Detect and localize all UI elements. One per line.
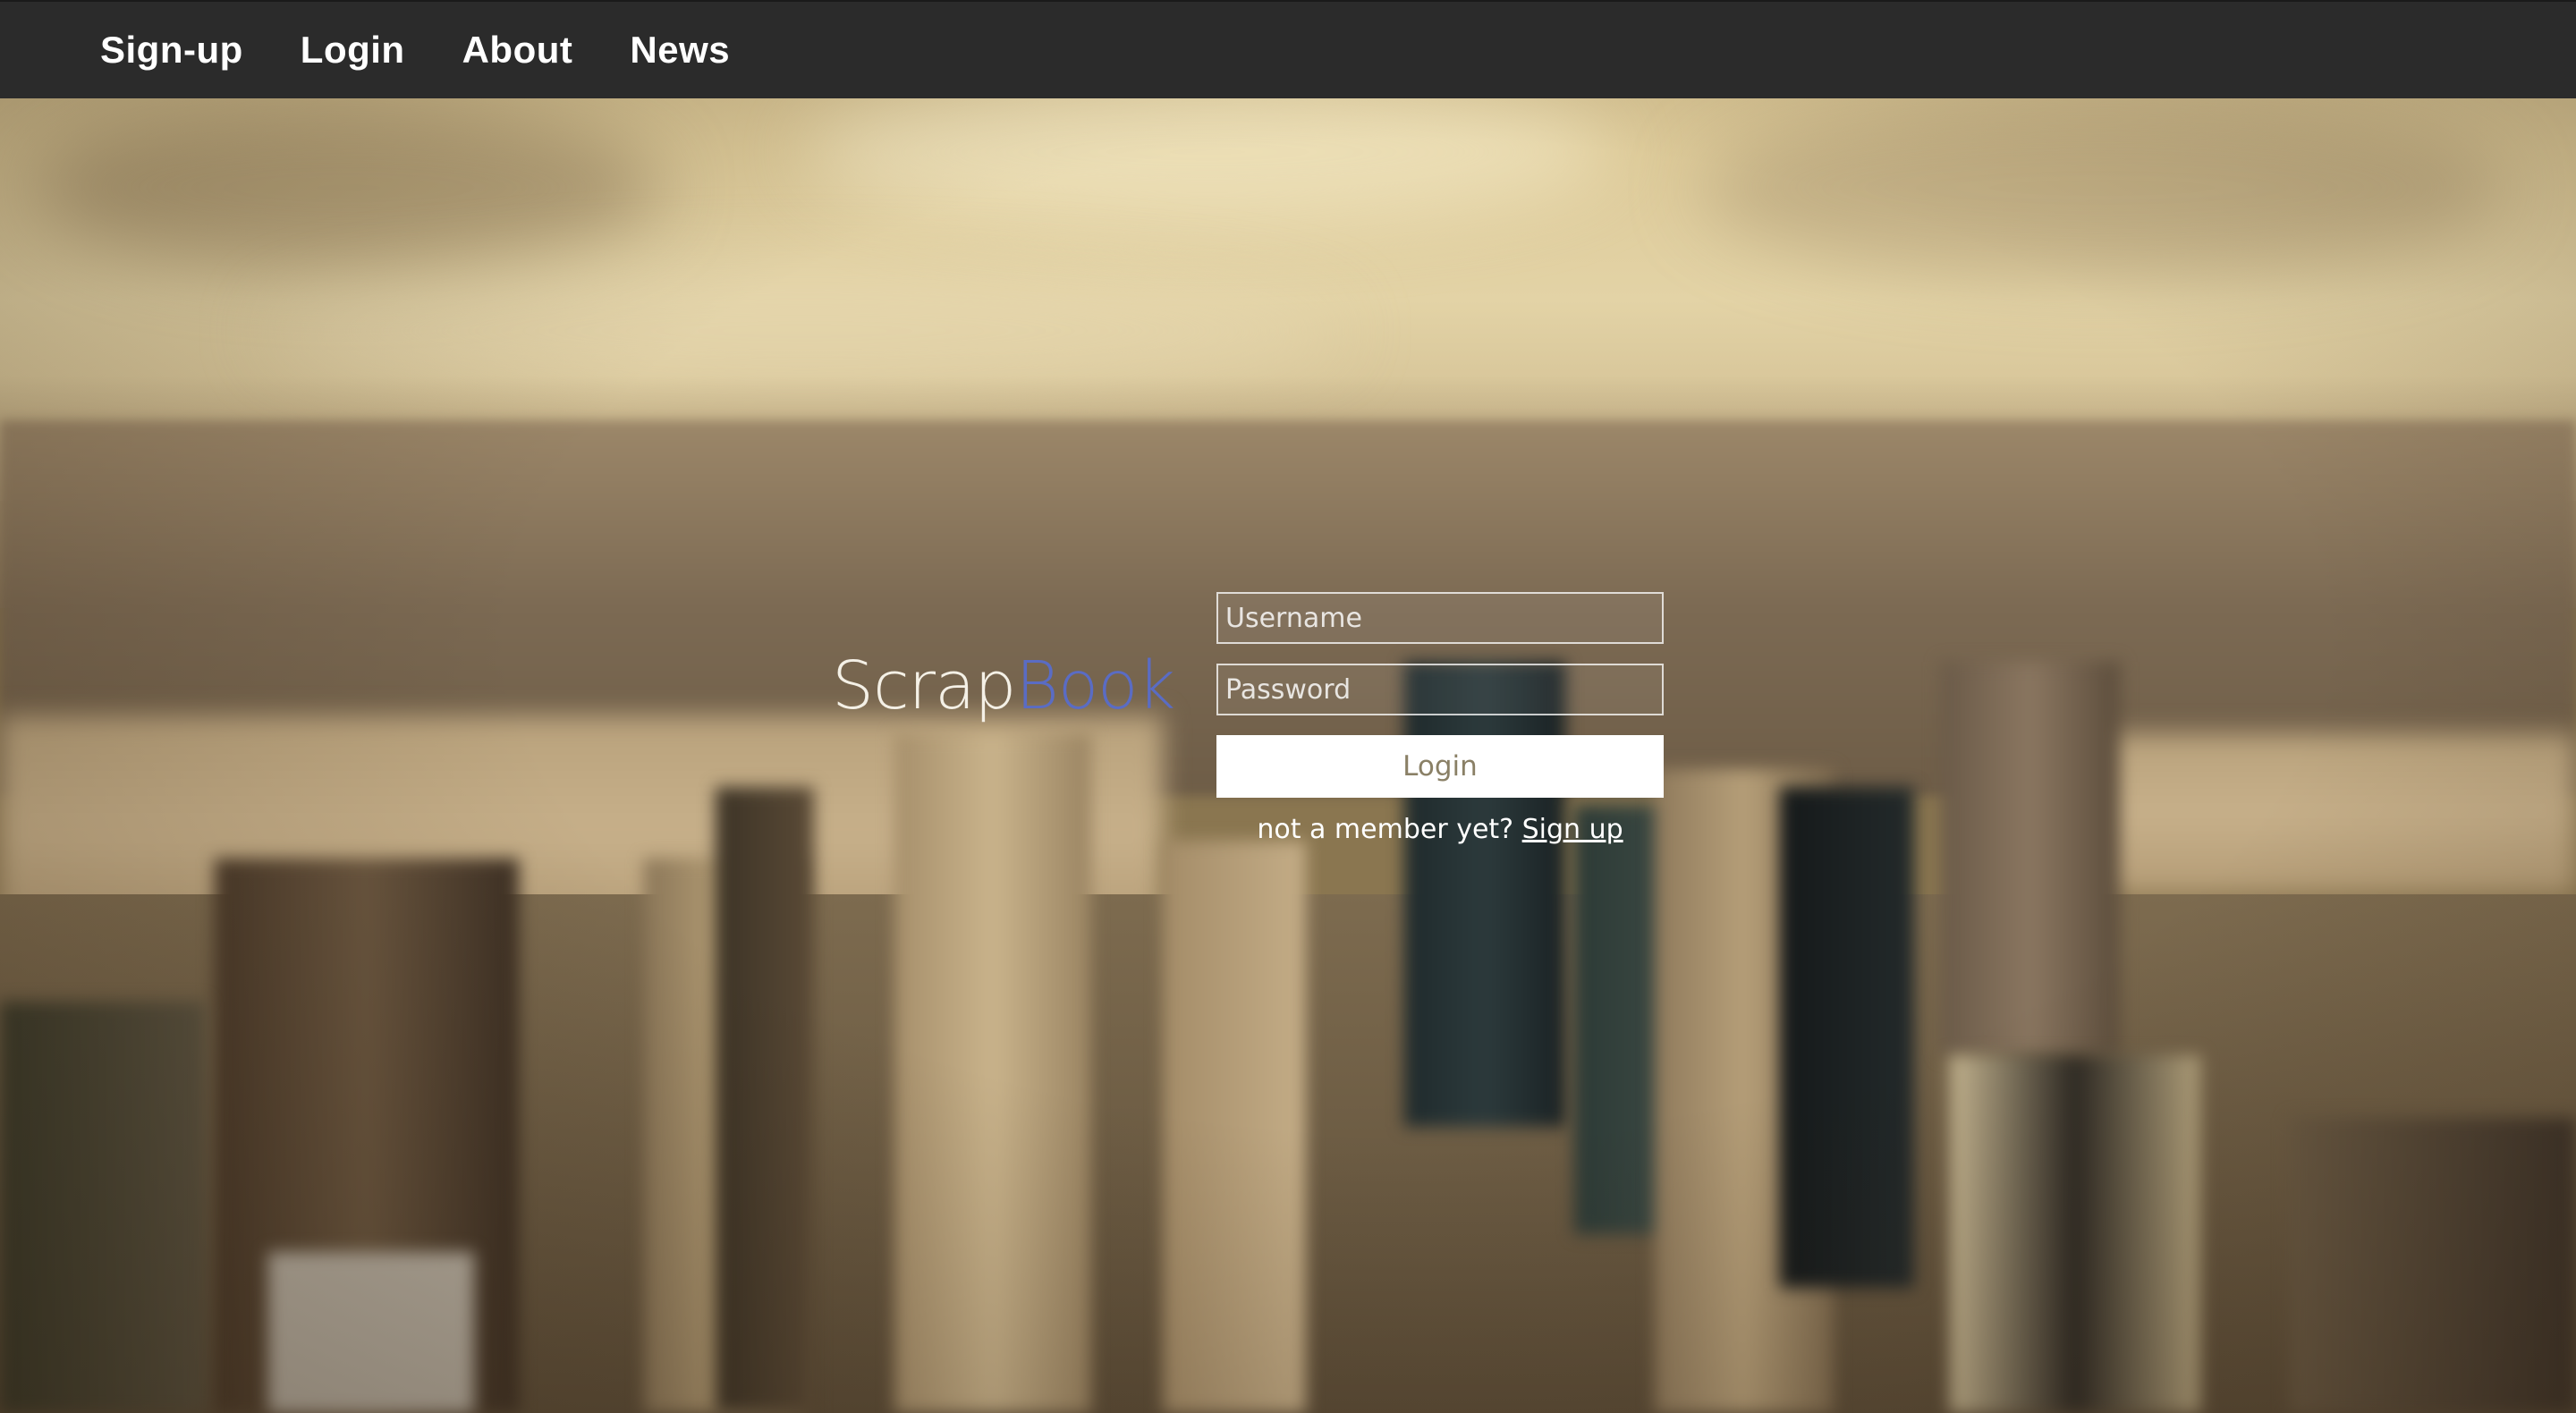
signup-prompt: not a member yet? Sign up — [1216, 814, 1664, 845]
brand-logo-book: Book — [1015, 647, 1175, 724]
brand-logo-scrap: Scrap — [832, 647, 1016, 724]
nav-link-signup[interactable]: Sign-up — [100, 29, 243, 72]
nav-link-login[interactable]: Login — [301, 29, 405, 72]
username-input[interactable] — [1216, 592, 1664, 644]
brand-logo: ScrapBook — [832, 646, 1175, 726]
login-form: Login not a member yet? Sign up — [1216, 592, 1664, 845]
signup-prompt-text: not a member yet? — [1257, 814, 1514, 845]
nav-link-about[interactable]: About — [462, 29, 573, 72]
top-navbar: Sign-up Login About News — [0, 0, 2576, 98]
login-button[interactable]: Login — [1216, 735, 1664, 798]
nav-link-news[interactable]: News — [630, 29, 730, 72]
signup-link[interactable]: Sign up — [1522, 814, 1623, 845]
password-input[interactable] — [1216, 664, 1664, 715]
